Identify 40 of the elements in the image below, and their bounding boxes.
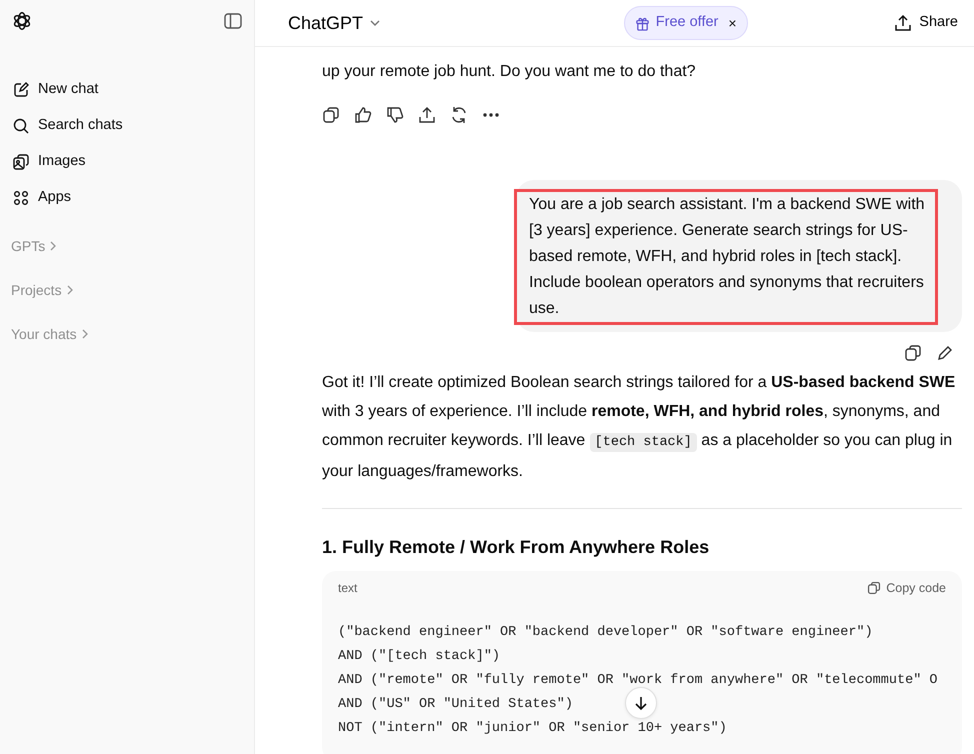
sidebar-item[interactable]: New chat (8, 72, 246, 108)
search-icon (12, 117, 30, 135)
share-button[interactable]: Share (894, 12, 958, 34)
chevron-right-icon (49, 241, 58, 251)
message-text: up your remote job hunt. Do you want me to do that? (322, 62, 697, 82)
edit-icon (12, 81, 30, 99)
images-icon (12, 153, 30, 171)
code-language-label: text (338, 580, 358, 597)
sidebar-item[interactable]: Search chats (8, 108, 246, 144)
close-button[interactable]: × (728, 12, 737, 34)
copy-icon[interactable] (322, 106, 340, 124)
sidebar-item[interactable]: Images (8, 144, 246, 180)
gift-icon (634, 16, 650, 30)
edit-icon[interactable] (936, 344, 954, 362)
code-line: AND ("remote" OR "fully remote" OR "work from anywhere" OR "telecommute" O (338, 672, 938, 690)
offer-label: Free offer (656, 13, 718, 32)
code-line: AND ("[tech stack]") (338, 648, 500, 666)
code-line: NOT ("intern" OR "junior" OR "senior 10+ years") (338, 720, 727, 738)
sidebar-item[interactable]: Apps (8, 180, 246, 216)
copy-code-button[interactable]: Copy code (867, 578, 946, 598)
chevron-right-icon (66, 285, 74, 295)
sidebar-toggle-icon[interactable] (224, 13, 242, 29)
chevron-right-icon (80, 329, 89, 339)
refresh-icon[interactable] (450, 106, 468, 124)
copy-icon (867, 580, 882, 595)
section-heading: 1. Fully Remote / Work From Anywhere Roles (322, 537, 710, 559)
thumbs-up-icon[interactable] (354, 106, 372, 124)
user-message-text: You are a job search assistant. I'm a backend SWE with [3 years] experience. Generate search strings for US-based remote, WFH, and hybrid roles in [tech stack]. Include boolean operators and synonyms that recruiters use. (529, 195, 926, 319)
apps-icon (12, 189, 30, 207)
copy-icon[interactable] (904, 344, 922, 362)
upload-icon[interactable] (418, 106, 436, 124)
arrow-down-icon (633, 695, 649, 711)
share-icon (894, 14, 912, 32)
model-selector[interactable]: ChatGPT (288, 10, 382, 36)
reply-paragraph: Got it! I’ll create optimized Boolean search strings tailored for a US-based backend SWE with 3 years of experience. I’ll include remote, WFH, and hybrid roles, synonyms, and common recruiter keywords. I’ll leave [tech stack] as a placeholder so you can plug in your languages/frameworks. (322, 373, 956, 482)
code-line: ("backend engineer" OR "backend developer" OR "software engineer") (338, 624, 873, 642)
code-line: AND ("US" OR "United States") (338, 696, 573, 714)
logo-icon[interactable] (11, 10, 33, 32)
free-offer-pill[interactable]: Free offer × (624, 6, 748, 40)
thumbs-down-icon[interactable] (386, 106, 404, 124)
